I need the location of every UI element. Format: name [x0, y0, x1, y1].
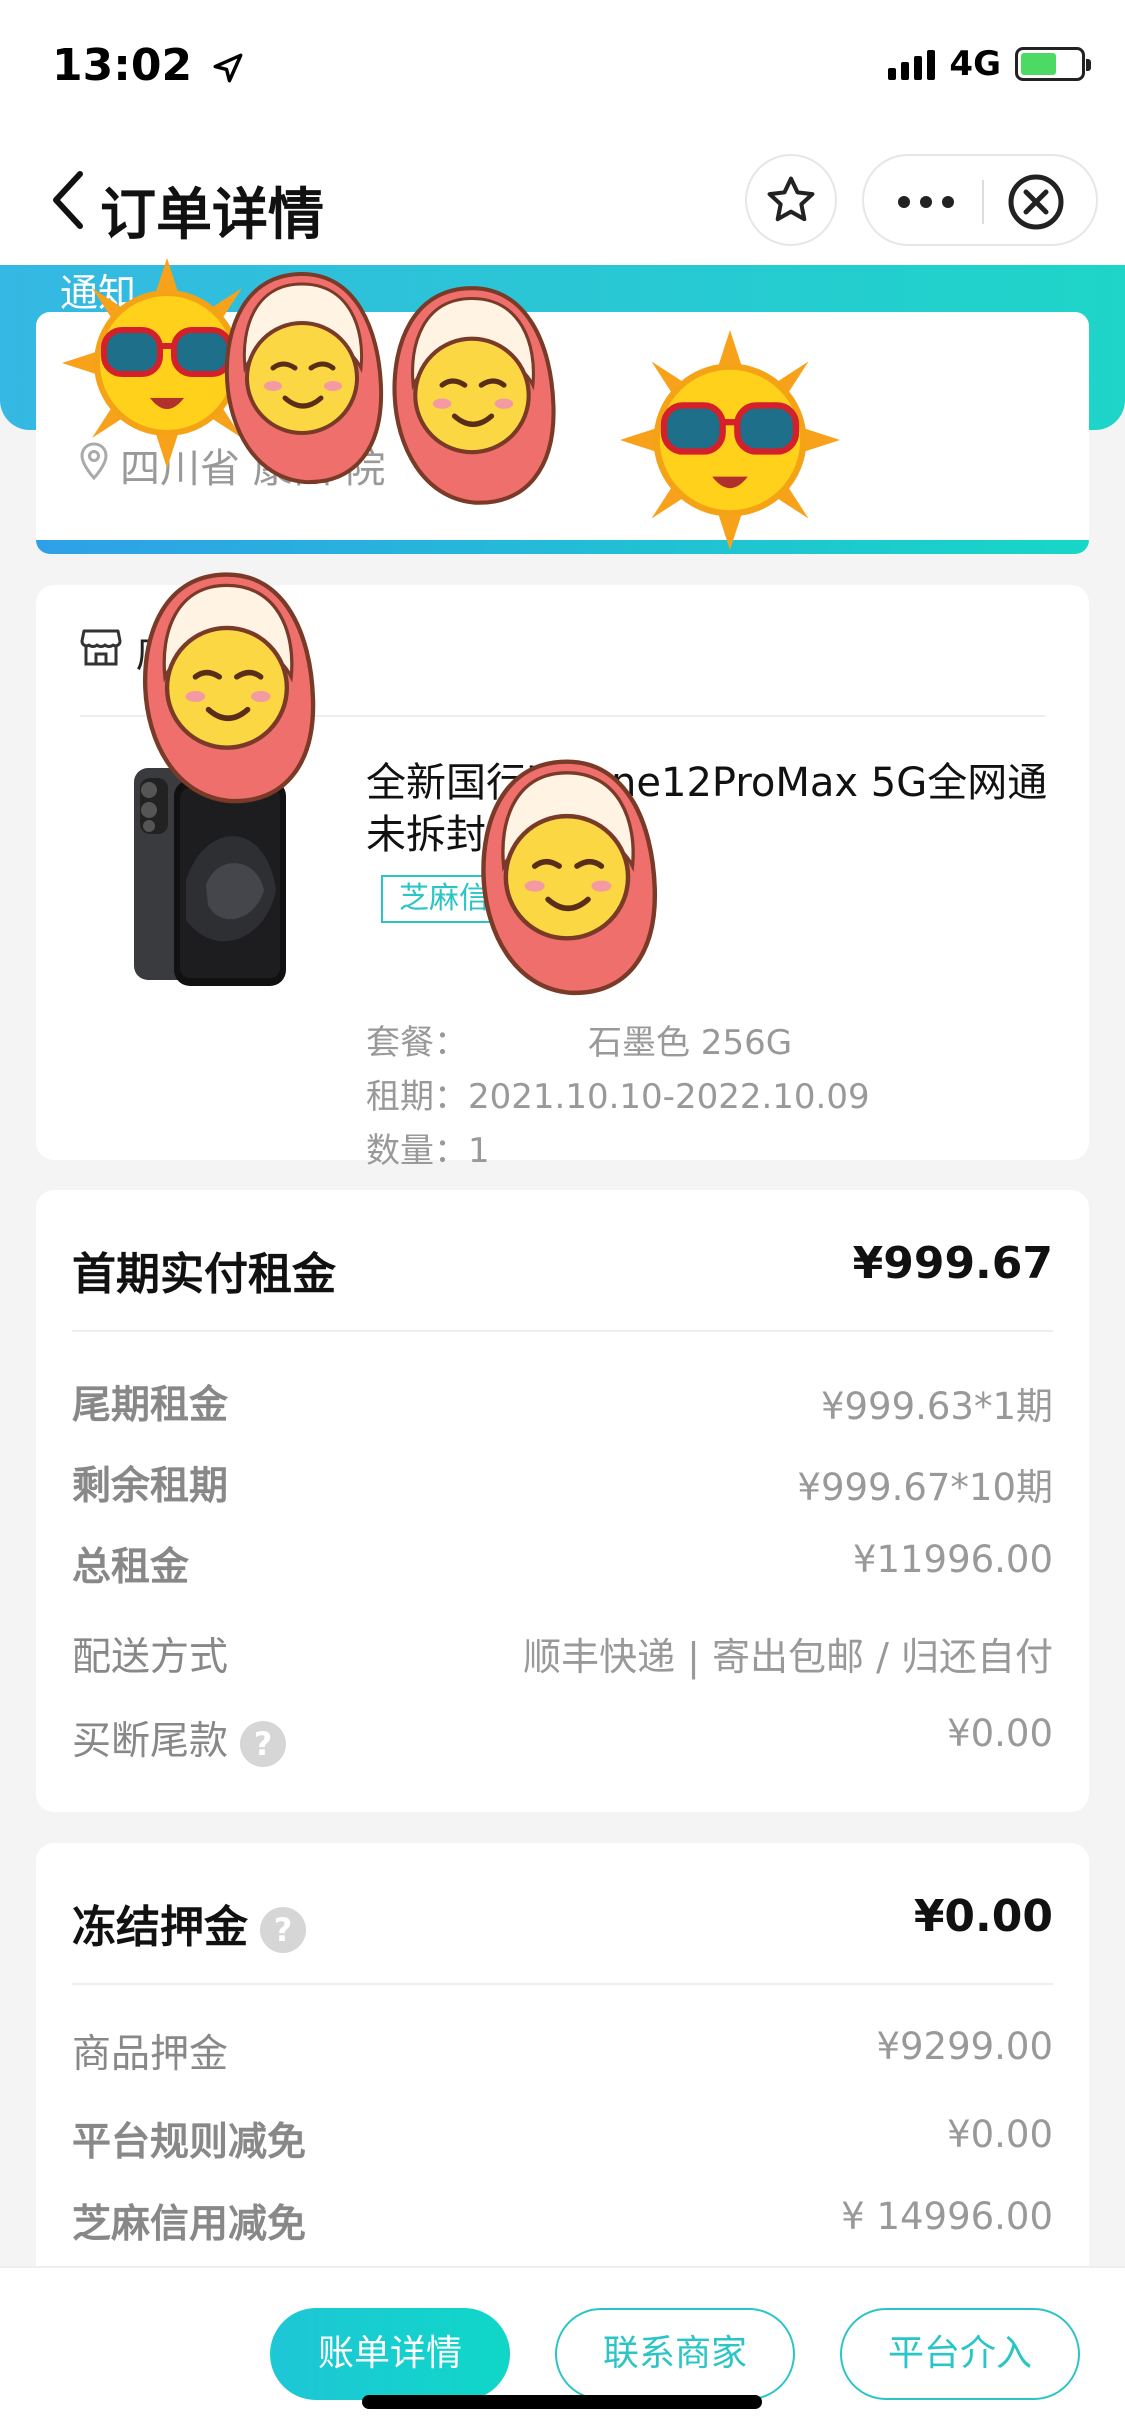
final-rent-label: 尾期租金 [72, 1383, 229, 1428]
total-rent-label: 总租金 [72, 1545, 190, 1590]
buyout-label: 买断尾款? [72, 1710, 287, 1767]
blanket-face-sticker [143, 572, 316, 804]
first-rent-label: 首期实付租金 [72, 1249, 336, 1300]
blanket-face-sticker [481, 759, 657, 996]
location-arrow-icon [213, 53, 243, 83]
close-icon[interactable] [1006, 172, 1066, 232]
platform-relief-label: 平台规则减免 [72, 2120, 307, 2165]
capsule-divider [982, 180, 984, 224]
favorite-button[interactable] [745, 154, 837, 246]
home-indicator [362, 2395, 762, 2409]
battery-icon [1015, 47, 1091, 81]
quantity-label: 数量： [366, 1131, 468, 1171]
back-icon[interactable] [44, 168, 94, 232]
frozen-deposit-label: 冻结押金? [72, 1891, 306, 1955]
buyout-value: ¥0.00 [947, 1712, 1053, 1755]
final-rent-value: ¥999.63*1期 [820, 1385, 1053, 1428]
quantity-value: 1 [468, 1131, 490, 1171]
address-accent-bar [36, 540, 1089, 554]
remaining-term-label: 剩余租期 [72, 1464, 229, 1509]
mini-program-capsule [862, 154, 1098, 246]
buyout-label-text: 买断尾款 [72, 1719, 229, 1764]
status-bar: 13:02 4G [0, 0, 1125, 140]
product-deposit-label: 商品押金 [72, 2032, 229, 2077]
deposit-divider [72, 1983, 1053, 1985]
remaining-term-value: ¥999.67*10期 [797, 1466, 1053, 1509]
time-text: 13:02 [52, 40, 193, 91]
page-title: 订单详情 [100, 183, 324, 248]
more-icon[interactable] [894, 180, 958, 224]
help-icon[interactable]: ? [240, 1720, 287, 1767]
frozen-deposit-label-text: 冻结押金 [72, 1902, 248, 1953]
blanket-face-sticker [392, 286, 556, 505]
package-value: 石墨色 256G [588, 1023, 793, 1063]
frozen-deposit-value: ¥0.00 [913, 1891, 1053, 1942]
quantity-row: 数量：1 [366, 1123, 490, 1172]
bill-details-button[interactable]: 账单详情 [270, 2308, 510, 2400]
credit-relief-label: 芝麻信用减免 [72, 2202, 307, 2247]
network-label: 4G [949, 44, 1001, 84]
rent-divider [72, 1330, 1053, 1332]
platform-relief-value: ¥0.00 [947, 2113, 1053, 2156]
product-deposit-value: ¥9299.00 [876, 2025, 1053, 2068]
nav-bar: 订单详情 [0, 140, 1125, 265]
package-row: 套餐： 石墨色 256G [366, 1015, 792, 1064]
blanket-face-sticker [224, 271, 384, 485]
credit-relief-value: ¥ 14996.00 [841, 2195, 1053, 2238]
status-indicators: 4G [888, 44, 1091, 84]
bottom-action-bar: 账单详情 联系商家 平台介入 [0, 2266, 1125, 2436]
status-time: 13:02 [52, 40, 245, 91]
period-label: 租期： [366, 1077, 468, 1117]
first-rent-value: ¥999.67 [852, 1238, 1053, 1289]
signal-icon [888, 48, 936, 80]
store-icon [80, 629, 122, 666]
help-icon[interactable]: ? [260, 1907, 306, 1953]
period-row: 租期：2021.10.10-2022.10.09 [366, 1069, 870, 1118]
sun-sunglasses-sticker [620, 330, 840, 550]
total-rent-value: ¥11996.00 [852, 1538, 1053, 1581]
platform-intervention-button[interactable]: 平台介入 [840, 2308, 1080, 2400]
contact-merchant-button[interactable]: 联系商家 [555, 2308, 795, 2400]
rent-card: 首期实付租金 ¥999.67 尾期租金 ¥999.63*1期 剩余租期 ¥999… [36, 1190, 1089, 1812]
period-value: 2021.10.10-2022.10.09 [468, 1077, 870, 1117]
shipping-label: 配送方式 [72, 1635, 229, 1680]
package-label: 套餐： [366, 1023, 468, 1063]
star-icon [767, 176, 815, 222]
shipping-value: 顺丰快递 | 寄出包邮 / 归还自付 [523, 1635, 1053, 1679]
